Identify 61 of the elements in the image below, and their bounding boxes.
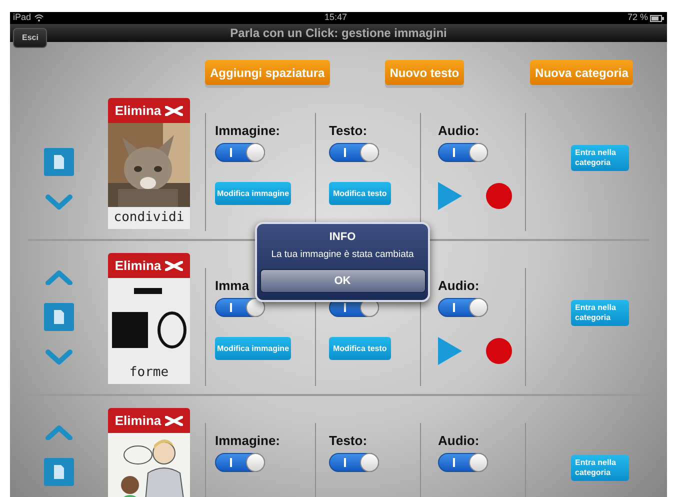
chevron-up-icon	[45, 269, 73, 285]
switch-label: Immagine:	[215, 433, 280, 449]
document-button[interactable]	[44, 458, 74, 486]
chevron-down-icon	[45, 349, 73, 365]
back-button[interactable]: Esci	[13, 28, 48, 48]
edit-text-button[interactable]: Modifica testo	[329, 182, 391, 205]
toggle-switch[interactable]	[438, 298, 488, 317]
chevron-up-icon	[45, 424, 73, 440]
ok-button[interactable]: OK	[260, 269, 426, 294]
delete-button[interactable]: Elimina	[108, 408, 190, 433]
toggle-switch[interactable]	[215, 298, 265, 317]
record-button[interactable]	[486, 183, 512, 209]
enter-category-button[interactable]: Entra nella categoria	[571, 145, 629, 171]
image-caption: forme	[108, 362, 190, 384]
delete-button[interactable]: Elimina	[108, 98, 190, 123]
window-title: Parla con un Click: gestione immagini	[230, 25, 447, 42]
document-icon	[54, 310, 64, 324]
document-icon	[54, 155, 64, 169]
move-down-button[interactable]	[43, 192, 75, 212]
toggle-switch[interactable]	[329, 453, 379, 472]
record-button[interactable]	[486, 338, 512, 364]
alert-title: INFO	[329, 230, 356, 244]
wifi-icon	[34, 14, 44, 22]
play-icon	[438, 337, 462, 365]
device-name: iPad	[13, 12, 32, 24]
clock: 15:47	[324, 12, 348, 24]
document-button[interactable]	[44, 303, 74, 331]
toggle-switch[interactable]	[215, 453, 265, 472]
toolbar-button[interactable]: Nuova categoria	[530, 60, 634, 85]
toggle-switch[interactable]	[215, 143, 265, 162]
chevron-down-icon	[45, 194, 73, 210]
toggle-switch[interactable]	[438, 453, 488, 472]
edit-image-button[interactable]: Modifica immagine	[215, 337, 292, 360]
battery-icon	[650, 14, 664, 22]
toolbar-button[interactable]: Nuovo testo	[384, 60, 464, 85]
toggle-switch[interactable]	[329, 143, 379, 162]
edit-image-button[interactable]: Modifica immagine	[215, 182, 292, 205]
switch-label: Immagine:	[215, 123, 280, 139]
switch-label: Audio:	[438, 278, 480, 294]
toggle-switch[interactable]	[438, 143, 488, 162]
delete-button[interactable]: Elimina	[108, 253, 190, 278]
enter-category-button[interactable]: Entra nella categoria	[571, 455, 629, 481]
switch-label: Testo:	[329, 433, 368, 449]
switch-label: Audio:	[438, 433, 480, 449]
alert-message: La tua immagine è stata cambiata	[271, 248, 414, 262]
close-icon	[165, 106, 184, 116]
close-icon	[165, 260, 184, 270]
play-button[interactable]	[438, 182, 462, 210]
play-button[interactable]	[438, 337, 462, 365]
image-caption: condividi	[108, 207, 190, 229]
toolbar-button[interactable]: Aggiungi spaziatura	[205, 60, 330, 85]
play-icon	[438, 182, 462, 210]
document-icon	[54, 465, 64, 479]
switch-label: Imma	[215, 278, 249, 294]
battery-level: 72 %	[627, 12, 648, 24]
enter-category-button[interactable]: Entra nella categoria	[571, 300, 629, 326]
switch-label: Audio:	[438, 123, 480, 139]
close-icon	[165, 416, 184, 426]
switch-label: Testo:	[329, 123, 368, 139]
edit-text-button[interactable]: Modifica testo	[329, 337, 391, 360]
document-button[interactable]	[44, 148, 74, 176]
